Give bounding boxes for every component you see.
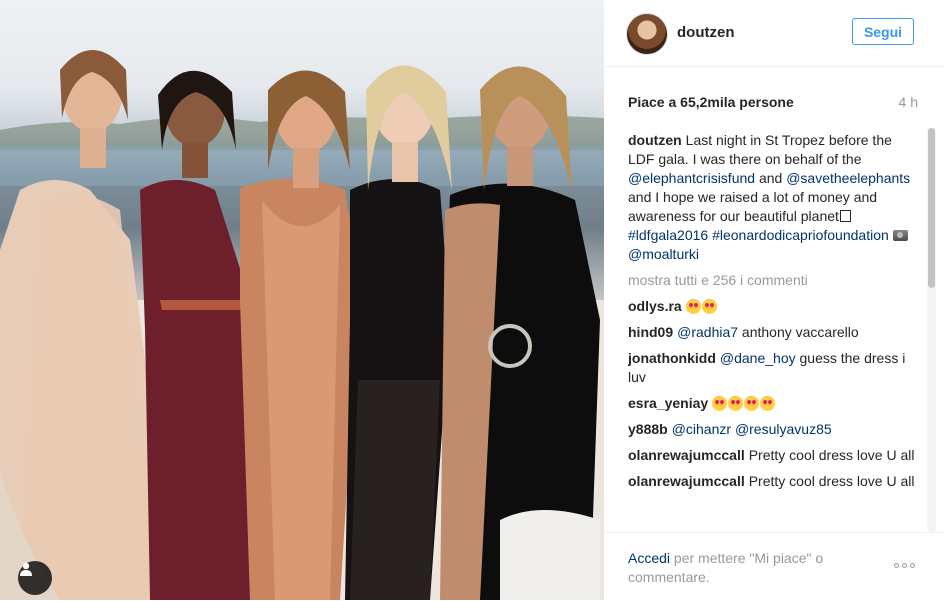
camera-emoji-icon — [892, 230, 908, 241]
post-sidebar: doutzen Segui Piace a 65,2mila persone 4… — [604, 0, 944, 600]
caption: doutzen Last night in St Tropez before th… — [628, 131, 916, 264]
list-item: jonathonkidd @dane_hoy guess the dress i … — [628, 349, 916, 387]
comment-author[interactable]: olanrewajumccall — [628, 473, 745, 489]
photo-illustration — [0, 50, 604, 600]
list-item: hind09 @radhia7 anthony vaccarello — [628, 323, 916, 342]
list-item: y888b @cihanzr @resulyavuz85 — [628, 420, 916, 439]
heart-eyes-emoji-icon — [701, 299, 717, 314]
header-username[interactable]: doutzen — [677, 24, 735, 41]
caption-mention-elephantcrisisfund[interactable]: @elephantcrisisfund — [628, 170, 755, 186]
comment-author[interactable]: hind09 — [628, 324, 673, 340]
caption-text: and — [755, 170, 787, 186]
comment-text: Pretty cool dress love U all — [748, 447, 915, 463]
caption-hashtag-ldfgala2016[interactable]: #ldfgala2016 — [628, 227, 708, 243]
more-options-icon[interactable] — [894, 563, 915, 568]
comment-mention[interactable]: @radhia7 — [677, 324, 738, 340]
heart-eyes-emoji-icon — [712, 396, 728, 411]
scrollbar-thumb[interactable] — [928, 128, 935, 288]
comment-author[interactable]: y888b — [628, 421, 668, 437]
avatar[interactable] — [626, 13, 668, 55]
dot — [902, 563, 907, 568]
login-link[interactable]: Accedi — [628, 550, 670, 566]
caption-hashtag-leonardodicapriofoundation[interactable]: #leonardodicapriofoundation — [712, 227, 889, 243]
comment-author[interactable]: jonathonkidd — [628, 350, 716, 366]
caption-mention-savetheelephants[interactable]: @savetheelephants — [786, 170, 910, 186]
login-prompt: Accedi per mettere "Mi piace" o commenta… — [628, 549, 858, 587]
heart-eyes-emoji-icon — [728, 396, 744, 411]
comment-author[interactable]: olanrewajumccall — [628, 447, 745, 463]
show-all-comments-link[interactable]: mostra tutti e 256 i commenti — [628, 271, 916, 290]
list-item: olanrewajumccall Pretty cool dress love U… — [628, 472, 916, 491]
follow-button[interactable]: Segui — [852, 18, 914, 45]
user-tag-icon — [20, 562, 32, 576]
comments-list[interactable]: doutzen Last night in St Tropez before th… — [628, 131, 916, 531]
comment-author[interactable]: esra_yeniay — [628, 395, 708, 411]
list-item: esra_yeniay — [628, 394, 916, 413]
caption-author[interactable]: doutzen — [628, 132, 682, 148]
comment-mention[interactable]: @resulyavuz85 — [735, 421, 832, 437]
heart-eyes-emoji-icon — [685, 299, 701, 314]
comment-text: Pretty cool dress love U all — [748, 473, 915, 489]
caption-mention-moalturki[interactable]: @moalturki — [628, 246, 699, 262]
list-item: olanrewajumccall Pretty cool dress love U… — [628, 446, 916, 465]
post-header: doutzen Segui — [604, 0, 944, 67]
comment-author[interactable]: odlys.ra — [628, 298, 682, 314]
comment-mention[interactable]: @cihanzr — [672, 421, 731, 437]
missing-glyph-icon — [839, 210, 851, 222]
comment-text: anthony vaccarello — [738, 324, 859, 340]
list-item: odlys.ra — [628, 297, 916, 316]
post-footer: Accedi per mettere "Mi piace" o commenta… — [604, 532, 944, 601]
dot — [910, 563, 915, 568]
likes-count[interactable]: Piace a 65,2mila persone — [628, 94, 794, 110]
post-time[interactable]: 4 h — [899, 94, 918, 110]
post-photo[interactable] — [0, 0, 604, 600]
comment-mention[interactable]: @dane_hoy — [720, 350, 796, 366]
dot — [894, 563, 899, 568]
user-tag-button[interactable] — [18, 561, 52, 595]
heart-eyes-emoji-icon — [744, 396, 760, 411]
heart-eyes-emoji-icon — [760, 396, 776, 411]
comments-scrollbar[interactable] — [927, 128, 936, 532]
